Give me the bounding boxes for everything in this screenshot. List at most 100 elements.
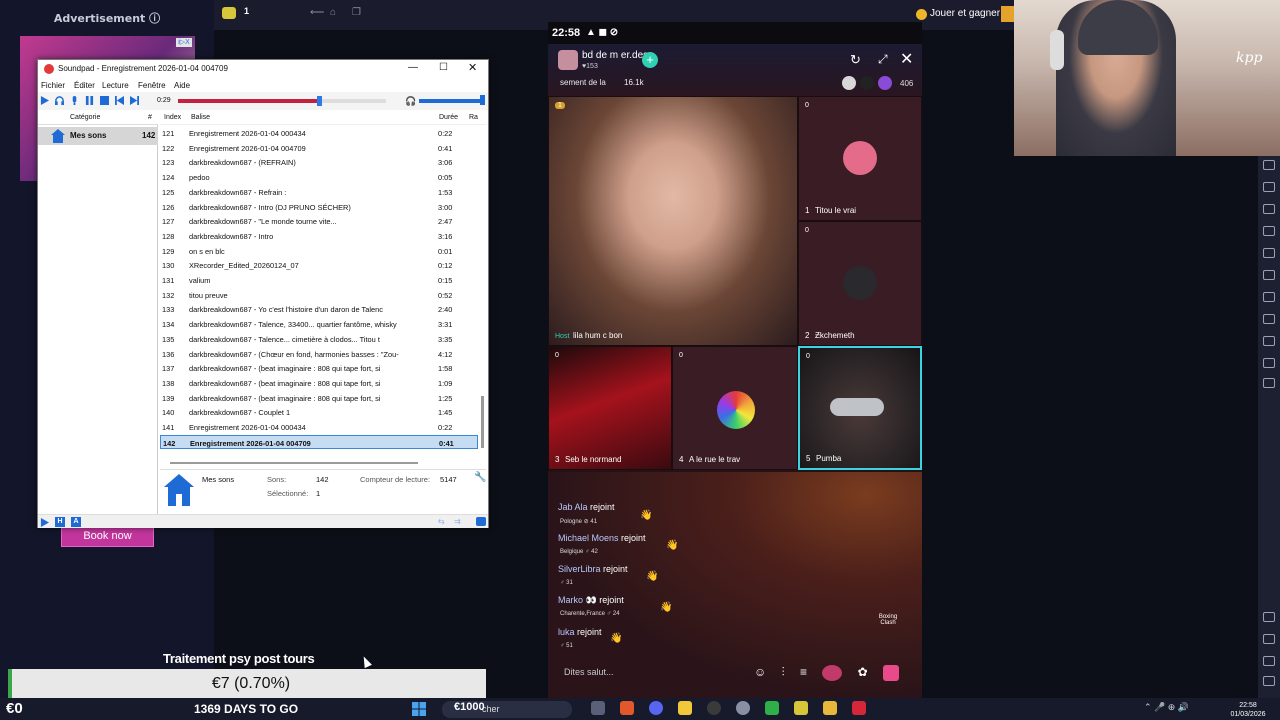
- list-scrollbar-thumb[interactable]: [481, 396, 484, 448]
- sidebar-icon-13[interactable]: [1263, 676, 1275, 686]
- repeat-icon[interactable]: ⇆: [438, 517, 445, 526]
- volume-thumb[interactable]: [479, 95, 485, 105]
- sidebar-back-icon[interactable]: [1263, 634, 1275, 644]
- sidebar-icon-10[interactable]: [1263, 358, 1275, 368]
- chat-user[interactable]: Marko 👀: [558, 595, 597, 605]
- column-duration[interactable]: Durée: [439, 114, 458, 121]
- boxing-clash-widget[interactable]: Boxing Clash: [874, 614, 902, 626]
- sound-row[interactable]: 140 darkbreakdown687 - Couplet 1 1:45: [160, 405, 478, 420]
- minimize-icon[interactable]: ⤢: [878, 52, 888, 67]
- menu-fichier[interactable]: Fichier: [41, 81, 65, 90]
- sound-row[interactable]: 136 darkbreakdown687 - (Chœur en fond, ha…: [160, 347, 478, 362]
- windows-start-icon[interactable]: [412, 702, 426, 716]
- viewer-avatar[interactable]: [878, 76, 892, 90]
- category-column-header[interactable]: Catégorie: [70, 114, 100, 121]
- hotkey-a-icon[interactable]: A: [71, 517, 81, 527]
- menu-icon[interactable]: ≡: [800, 665, 807, 679]
- taskbar-clock[interactable]: 22:58 01/03/2026: [1222, 701, 1274, 719]
- sidebar-icon-5[interactable]: [1263, 248, 1275, 258]
- home-icon[interactable]: ⌂: [330, 7, 336, 18]
- brave-browser-icon[interactable]: [620, 701, 634, 715]
- sound-row[interactable]: 134 darkbreakdown687 - Talence, 33400... …: [160, 317, 478, 332]
- sound-row[interactable]: 135 darkbreakdown687 - Talence... cimetiè…: [160, 332, 478, 347]
- sound-row[interactable]: 123 darkbreakdown687 - (REFRAIN) 3:06: [160, 155, 478, 170]
- file-explorer-icon[interactable]: [823, 701, 837, 715]
- sidebar-icon-4[interactable]: [1263, 226, 1275, 236]
- viewer-count[interactable]: 406: [900, 79, 913, 88]
- close-icon[interactable]: ✕: [900, 49, 913, 69]
- volume-headphones-icon[interactable]: 🎧: [405, 96, 416, 107]
- sound-row[interactable]: 141 Enregistrement 2026-01-04 000434 0:22: [160, 420, 478, 435]
- guest-tile-5[interactable]: 0 5 Pumba: [798, 346, 922, 470]
- sound-row[interactable]: 122 Enregistrement 2026-01-04 004709 0:41: [160, 141, 478, 156]
- soundpad-titlebar[interactable]: Soundpad - Enregistrement 2026-01-04 004…: [38, 60, 488, 78]
- sound-row[interactable]: 127 darkbreakdown687 - "Le monde tourne v…: [160, 214, 478, 229]
- app-icon-yellow[interactable]: [678, 701, 692, 715]
- back-icon[interactable]: ⟵: [310, 7, 324, 18]
- horizontal-scrollbar[interactable]: [170, 462, 418, 464]
- minimize-button[interactable]: —: [408, 62, 418, 73]
- sound-row[interactable]: 121 Enregistrement 2026-01-04 000434 0:22: [160, 126, 478, 141]
- chat-user[interactable]: luka: [558, 627, 575, 637]
- sound-row[interactable]: 125 darkbreakdown687 - Refrain : 1:53: [160, 185, 478, 200]
- discord-icon[interactable]: [649, 701, 663, 715]
- sound-row[interactable]: 142 Enregistrement 2026-01-04 004709 0:41: [160, 434, 478, 450]
- headphones-icon[interactable]: [55, 96, 64, 105]
- column-rating[interactable]: Ra: [469, 114, 478, 121]
- chat-user[interactable]: Michael Moens: [558, 533, 619, 543]
- wave-icon[interactable]: 👋: [660, 602, 672, 613]
- sound-row[interactable]: 132 titou preuve 0:52: [160, 288, 478, 303]
- sound-row[interactable]: 131 valium 0:15: [160, 273, 478, 288]
- guest-name[interactable]: A le rue le trav: [689, 455, 740, 464]
- wrench-icon[interactable]: 🔧: [474, 472, 486, 483]
- system-tray[interactable]: ⌃ 🎤 ⊕ 🔊: [1144, 702, 1189, 713]
- host-video-tile[interactable]: 1 Host lila hum c bon: [548, 96, 798, 346]
- settings-icon[interactable]: [1263, 612, 1275, 622]
- guest-tile-1[interactable]: 0 1 Titou le vrai: [798, 96, 922, 221]
- wave-icon[interactable]: 👋: [610, 633, 622, 644]
- sidebar-icon-1[interactable]: [1263, 160, 1275, 170]
- menu-editer[interactable]: Éditer: [74, 81, 95, 90]
- app-icon-stack[interactable]: [794, 701, 808, 715]
- status-play-icon[interactable]: [40, 518, 49, 527]
- wave-icon[interactable]: 👋: [646, 571, 658, 582]
- guest-tile-2[interactable]: 0 2 Ƶkchemeth: [798, 221, 922, 346]
- host-name[interactable]: lila hum c bon: [573, 331, 622, 340]
- guest-name[interactable]: Pumba: [816, 454, 841, 463]
- microphone-icon[interactable]: [70, 96, 79, 105]
- stop-icon[interactable]: [100, 96, 109, 105]
- sound-row[interactable]: 128 darkbreakdown687 - Intro 3:16: [160, 229, 478, 244]
- menu-lecture[interactable]: Lecture: [102, 81, 129, 90]
- app-icon-green[interactable]: [765, 701, 779, 715]
- viewer-avatar[interactable]: [842, 76, 856, 90]
- sound-row[interactable]: 124 pedoo 0:05: [160, 170, 478, 185]
- sidebar-icon-9[interactable]: [1263, 336, 1275, 346]
- pause-icon[interactable]: [85, 96, 94, 105]
- sound-row[interactable]: 137 darkbreakdown687 - (beat imaginaire :…: [160, 361, 478, 376]
- menu-aide[interactable]: Aide: [174, 81, 190, 90]
- game-icon[interactable]: [822, 665, 843, 681]
- chat-bubble-icon[interactable]: [476, 517, 486, 526]
- sidebar-icon-7[interactable]: [1263, 292, 1275, 302]
- sidebar-icon-8[interactable]: [1263, 314, 1275, 324]
- category-count-header[interactable]: #: [148, 114, 152, 121]
- wave-icon[interactable]: 👋: [666, 540, 678, 551]
- column-tag[interactable]: Balise: [191, 114, 210, 121]
- settings-gear-icon[interactable]: [736, 701, 750, 715]
- sidebar-icon-12[interactable]: [1263, 656, 1275, 666]
- sound-row[interactable]: 133 darkbreakdown687 - Yo c'est l'histoir…: [160, 302, 478, 317]
- close-button[interactable]: ✕: [468, 61, 477, 74]
- windows-icon[interactable]: ❐: [352, 7, 361, 18]
- emoji-icon[interactable]: ☺: [754, 665, 766, 679]
- play-icon[interactable]: [40, 96, 49, 105]
- sound-row[interactable]: 129 on s en blc 0:01: [160, 244, 478, 259]
- wave-icon[interactable]: 👋: [640, 510, 652, 521]
- category-row[interactable]: Mes sons 142: [38, 127, 158, 145]
- chat-user[interactable]: SilverLibra: [558, 564, 601, 574]
- viewer-avatar[interactable]: [860, 76, 874, 90]
- sound-row[interactable]: 138 darkbreakdown687 - (beat imaginaire :…: [160, 376, 478, 391]
- guest-name[interactable]: Ƶkchemeth: [815, 331, 855, 340]
- rose-icon[interactable]: ✿: [858, 665, 868, 679]
- share-icon[interactable]: ↻: [850, 52, 861, 68]
- forward-icon[interactable]: ⇉: [454, 517, 461, 526]
